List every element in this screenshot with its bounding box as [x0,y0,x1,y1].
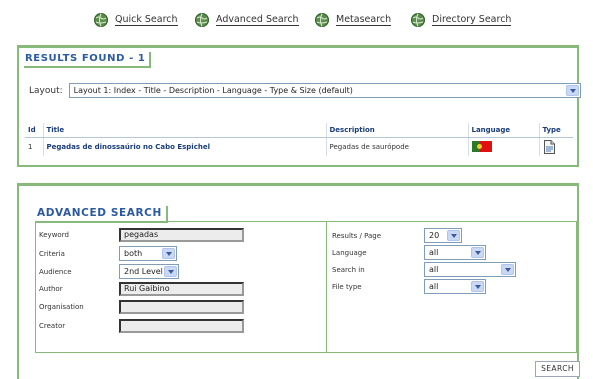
chevron-down-icon[interactable] [162,248,175,259]
language-select[interactable]: all [424,245,486,260]
keyword-label: Keyword [39,231,69,239]
audience-select-value: 2nd Level [124,267,163,276]
nav-directory-search[interactable]: Directory Search [410,10,512,30]
results-per-page-select[interactable]: 20 [424,228,462,243]
row-description: Pegadas de saurópode [326,137,469,156]
audience-label: Audience [39,267,72,276]
results-title: RESULTS FOUND - 1 [24,52,152,68]
keyword-input[interactable]: pegadas [119,228,244,242]
organisation-row: Organisation [39,300,244,314]
nav-quick-search[interactable]: Quick Search [93,10,178,30]
file-type-label: File type [332,282,362,291]
author-input[interactable]: Rui Gaibino [119,282,244,296]
nav-metasearch-link[interactable]: Metasearch [336,14,392,26]
column-divider [326,222,327,352]
layout-select-value: Layout 1: Index - Title - Description - … [73,86,353,95]
globe-icon [411,13,425,27]
row-title-link[interactable]: Pegadas de dinossaúrio no Cabo Espichel [43,137,327,156]
document-icon[interactable] [543,139,556,154]
audience-row: Audience 2nd Level [39,264,179,279]
globe-icon [94,13,108,27]
globe-icon [195,13,209,27]
search-in-select-value: all [429,265,439,274]
row-id: 1 [25,137,44,156]
file-type-select[interactable]: all [424,279,486,294]
author-label: Author [39,285,63,293]
language-label: Language [332,248,367,257]
layout-label: Layout: [29,85,63,96]
criteria-select-value: both [124,249,143,258]
file-type-row: File type all [332,279,486,294]
results-per-page-value: 20 [429,231,440,240]
globe-icon [315,13,329,27]
column-header-type: Type [539,123,573,138]
file-type-select-value: all [429,282,439,291]
top-navigation: Quick Search Advanced Search Metasearch … [0,10,593,32]
chevron-down-icon[interactable] [447,230,460,241]
search-in-row: Search in all [332,262,516,277]
search-in-label: Search in [332,265,365,274]
language-select-value: all [429,248,439,257]
language-row: Language all [332,245,486,260]
nav-directory-search-link[interactable]: Directory Search [432,14,512,26]
creator-row: Creator [39,319,244,333]
organisation-input[interactable] [119,300,244,314]
chevron-down-icon[interactable] [501,264,514,275]
row-language [468,137,540,156]
criteria-select[interactable]: both [119,246,177,261]
results-table: Id Title Description Language Type 1 Peg… [25,123,573,156]
column-header-title: Title [43,123,327,138]
author-row: Author Rui Gaibino [39,282,244,296]
column-header-id: Id [25,123,44,138]
nav-quick-search-link[interactable]: Quick Search [115,14,178,26]
column-header-language: Language [468,123,540,138]
audience-select[interactable]: 2nd Level [119,264,179,279]
search-button[interactable]: SEARCH [535,361,580,377]
column-header-description: Description [326,123,469,138]
layout-row: Layout: Layout 1: Index - Title - Descri… [29,83,581,98]
keyword-row: Keyword pegadas [39,228,244,242]
row-type [539,137,573,156]
chevron-down-icon[interactable] [164,266,177,277]
creator-label: Creator [39,322,66,330]
layout-select[interactable]: Layout 1: Index - Title - Description - … [68,83,581,98]
nav-advanced-search[interactable]: Advanced Search [194,10,299,30]
portugal-flag-icon [471,141,492,152]
chevron-down-icon[interactable] [471,281,484,292]
nav-advanced-search-link[interactable]: Advanced Search [216,14,299,26]
organisation-label: Organisation [39,303,84,311]
results-per-page-label: Results / Page [332,231,382,240]
results-panel: RESULTS FOUND - 1 Layout: Layout 1: Inde… [17,45,581,167]
results-per-page-row: Results / Page 20 [332,228,462,243]
criteria-row: Criteria both [39,246,177,261]
creator-input[interactable] [119,319,244,333]
advanced-search-panel: ADVANCED SEARCH Keyword pegadas Criteria… [17,183,580,379]
nav-metasearch[interactable]: Metasearch [314,10,392,30]
search-in-select[interactable]: all [424,262,516,277]
chevron-down-icon[interactable] [471,247,484,258]
chevron-down-icon[interactable] [565,85,579,96]
search-form: Keyword pegadas Criteria both Audience 2… [35,221,577,353]
table-row: 1 Pegadas de dinossaúrio no Cabo Espiche… [25,137,573,156]
criteria-label: Criteria [39,249,65,258]
table-header-row: Id Title Description Language Type [25,123,573,138]
